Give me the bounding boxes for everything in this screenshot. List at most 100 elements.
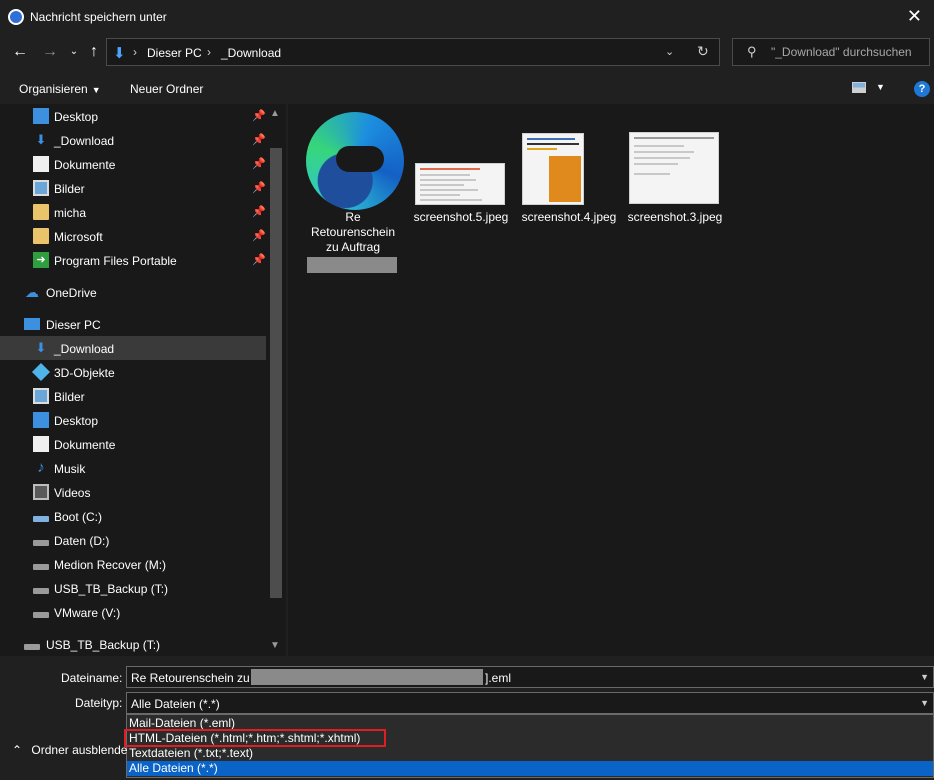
file-name: screenshot.3.jpeg — [627, 210, 723, 224]
sidebar-item-pc-desktop[interactable]: Desktop — [0, 408, 266, 432]
thumbnail-line — [420, 174, 470, 176]
breadcrumb-this-pc[interactable]: Dieser PC — [147, 46, 202, 60]
pin-icon[interactable]: 📌 — [252, 157, 266, 170]
drive-icon — [33, 588, 49, 594]
back-button[interactable]: ← — [10, 42, 30, 62]
sidebar-item-documents[interactable]: Dokumente 📌 — [0, 152, 266, 176]
window-title: Nachricht speichern unter — [30, 10, 167, 24]
filename-field[interactable]: Re Retourenschein zu ].eml ▼ — [126, 666, 934, 688]
sidebar-item-download[interactable]: ⬇ _Download 📌 — [0, 128, 266, 152]
search-input[interactable] — [771, 44, 921, 60]
thumbnail-line — [527, 148, 557, 150]
sidebar-item-label: Bilder — [54, 390, 85, 404]
caret-down-icon[interactable]: ▼ — [876, 82, 885, 92]
hide-folders-label: Ordner ausblende — [31, 743, 128, 757]
thumbnail-line — [420, 184, 464, 186]
sidebar-item-boot-drive[interactable]: Boot (C:) — [0, 504, 266, 528]
sidebar-item-desktop[interactable]: Desktop 📌 — [0, 104, 266, 128]
computer-icon — [24, 318, 40, 330]
up-button[interactable]: ↑ — [84, 42, 104, 62]
sidebar-item-microsoft[interactable]: Microsoft 📌 — [0, 224, 266, 248]
close-button[interactable]: ✕ — [907, 6, 922, 26]
sidebar-item-label: Boot (C:) — [54, 510, 103, 524]
command-toolbar: Organisieren ▼ Neuer Ordner ▼ ? — [0, 72, 934, 104]
refresh-icon[interactable]: ↻ — [697, 43, 709, 60]
drive-icon — [33, 540, 49, 546]
filetype-select[interactable]: Alle Dateien (*.*) ▼ — [126, 692, 934, 714]
sidebar-item-label: VMware (V:) — [54, 606, 121, 620]
sidebar-item-pc-pictures[interactable]: Bilder — [0, 384, 266, 408]
sidebar-item-data-drive[interactable]: Daten (D:) — [0, 528, 266, 552]
filetype-value: Alle Dateien (*.*) — [131, 697, 220, 711]
pin-icon[interactable]: 📌 — [252, 133, 266, 146]
download-icon: ⬇ — [35, 132, 47, 147]
view-options-icon[interactable] — [852, 82, 866, 93]
sidebar-item-label: 3D-Objekte — [54, 366, 115, 380]
help-button[interactable]: ? — [914, 81, 930, 97]
hide-folders-button[interactable]: ⌃ Ordner ausblende — [12, 743, 127, 757]
sidebar-item-label: OneDrive — [46, 286, 97, 300]
filetype-label: Dateityp: — [75, 696, 123, 710]
pin-icon[interactable]: 📌 — [252, 109, 266, 122]
sidebar-item-this-pc[interactable]: Dieser PC — [0, 312, 266, 336]
pin-icon[interactable]: 📌 — [252, 229, 266, 242]
file-item[interactable]: screenshot.3.jpeg — [625, 104, 725, 234]
file-item[interactable]: screenshot.4.jpeg — [517, 104, 621, 234]
sidebar-item-onedrive[interactable]: ☁ OneDrive — [0, 280, 266, 304]
chevron-down-icon[interactable]: ▼ — [920, 698, 929, 708]
chevron-down-icon[interactable]: ▼ — [920, 672, 929, 682]
sidebar-scrollbar[interactable]: ▲ ▼ — [266, 104, 286, 656]
chevron-right-icon: › — [207, 45, 211, 59]
scroll-up-icon[interactable]: ▲ — [270, 108, 280, 119]
scroll-down-icon[interactable]: ▼ — [270, 640, 280, 651]
sidebar-item-3d-objects[interactable]: 3D-Objekte — [0, 360, 266, 384]
forward-button[interactable]: → — [40, 42, 60, 62]
new-folder-button[interactable]: Neuer Ordner — [130, 82, 203, 96]
thumbnail-line — [420, 199, 482, 201]
sidebar-item-vmware-drive[interactable]: VMware (V:) — [0, 600, 266, 624]
breadcrumb-download[interactable]: _Download — [221, 46, 281, 60]
sidebar-item-micha[interactable]: micha 📌 — [0, 200, 266, 224]
sidebar-item-label: Dieser PC — [46, 318, 101, 332]
videos-icon — [33, 484, 49, 500]
green-folder-icon: ➜ — [33, 252, 49, 268]
thumbnail-line — [634, 173, 670, 175]
filename-suffix: ].eml — [485, 671, 512, 685]
redacted-text — [251, 669, 483, 685]
sidebar-item-label: Desktop — [54, 414, 99, 428]
recent-locations-button[interactable]: ⌄ — [64, 42, 84, 62]
thumbnail-line — [634, 163, 678, 165]
sidebar-item-label: Musik — [54, 462, 86, 476]
drive-icon — [33, 612, 49, 618]
address-bar[interactable]: ⬇ › Dieser PC › _Download ⌄ ↻ — [106, 38, 720, 66]
sidebar-item-label: Program Files Portable — [54, 254, 177, 268]
sidebar-item-label: Desktop — [54, 110, 99, 124]
title-bar: Nachricht speichern unter ✕ — [0, 0, 934, 34]
sidebar-item-music[interactable]: ♪ Musik — [0, 456, 266, 480]
filetype-option[interactable]: Textdateien (*.txt;*.text) — [127, 746, 933, 761]
sidebar-item-videos[interactable]: Videos — [0, 480, 266, 504]
sidebar-item-pc-documents[interactable]: Dokumente — [0, 432, 266, 456]
organize-menu[interactable]: Organisieren ▼ — [19, 82, 101, 96]
music-icon: ♪ — [37, 459, 45, 476]
pin-icon[interactable]: 📌 — [252, 205, 266, 218]
thumbnail-line — [634, 145, 684, 147]
chevron-down-icon[interactable]: ⌄ — [665, 45, 674, 58]
sidebar-item-medion-drive[interactable]: Medion Recover (M:) — [0, 552, 266, 576]
scrollbar-thumb[interactable] — [270, 148, 282, 598]
thumbnail-line — [634, 137, 714, 139]
sidebar-item-usb-drive[interactable]: USB_TB_Backup (T:) — [0, 576, 266, 600]
search-box[interactable]: ⚲ — [732, 38, 930, 66]
pin-icon[interactable]: 📌 — [252, 253, 266, 266]
sidebar-item-label: USB_TB_Backup (T:) — [46, 638, 161, 652]
file-item[interactable]: screenshot.5.jpeg — [412, 104, 510, 234]
filetype-option-selected[interactable]: Alle Dateien (*.*) — [127, 761, 933, 776]
sidebar-item-pictures[interactable]: Bilder 📌 — [0, 176, 266, 200]
download-icon: ⬇ — [113, 45, 126, 62]
sidebar-item-pc-download[interactable]: ⬇ _Download — [0, 336, 266, 360]
file-item[interactable]: Re Retourenschein zu Auftrag — [288, 104, 418, 274]
sidebar-item-program-files-portable[interactable]: ➜ Program Files Portable 📌 — [0, 248, 266, 272]
navigation-pane: Desktop 📌 ⬇ _Download 📌 Dokumente 📌 Bild… — [0, 104, 286, 656]
sidebar-item-usb-root[interactable]: USB_TB_Backup (T:) — [0, 632, 266, 656]
pin-icon[interactable]: 📌 — [252, 181, 266, 194]
